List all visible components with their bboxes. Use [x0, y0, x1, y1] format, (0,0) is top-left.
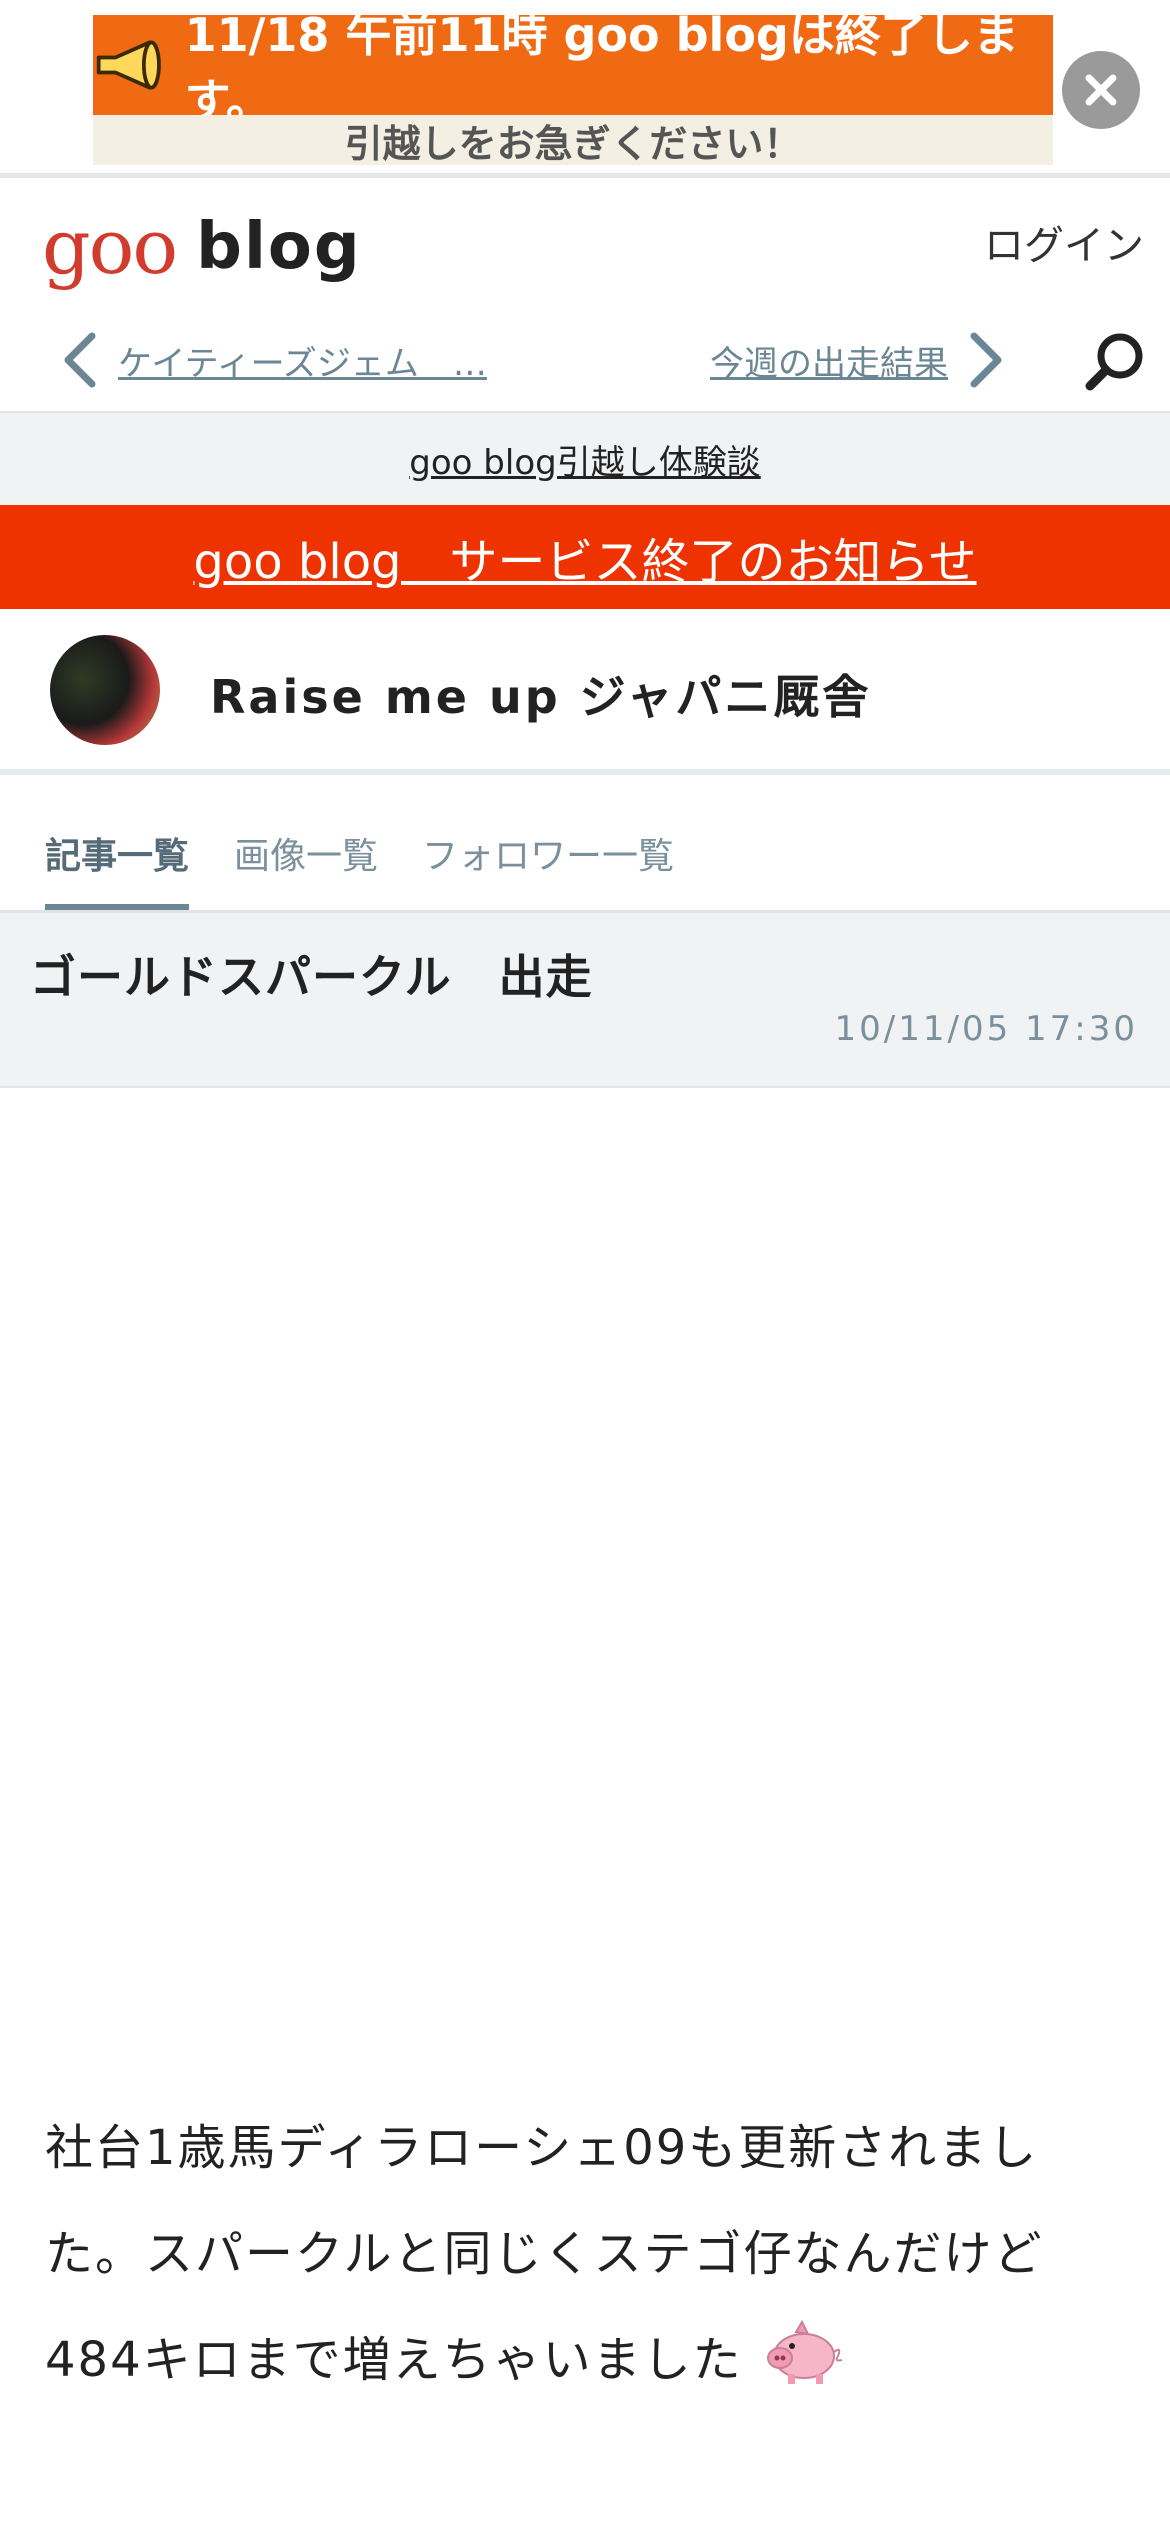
- article-body-text: 484キロまで増えちゃいました: [45, 2332, 743, 2388]
- article-body-line: 社台1歳馬ディラローシェ09も更新されまし: [45, 2120, 1039, 2176]
- search-icon: [1085, 333, 1143, 391]
- close-icon: [1085, 74, 1117, 106]
- tab-images[interactable]: 画像一覧: [234, 827, 378, 879]
- chevron-left-icon[interactable]: [60, 330, 100, 390]
- pig-icon: [766, 2319, 843, 2384]
- close-banner-button[interactable]: [1062, 51, 1140, 129]
- megaphone-icon: [96, 40, 161, 90]
- search-button[interactable]: [1080, 326, 1150, 396]
- next-article-link[interactable]: 今週の出走結果: [710, 336, 948, 385]
- article-body: 社台1歳馬ディラローシェ09も更新されまし た。スパークルと同じくステゴ仔なんだ…: [45, 2095, 1135, 2413]
- migration-story-bar: goo blog引越し体験談: [0, 411, 1170, 505]
- active-tab-indicator: [45, 904, 189, 910]
- service-end-bar: goo blog サービス終了のお知らせ: [0, 505, 1170, 609]
- blog-title-row: Raise me up ジャパニ厩舎: [0, 609, 1170, 775]
- site-header: goo blog ログイン ケイティーズジェム … 今週の出走結果: [0, 183, 1170, 411]
- prev-article-link[interactable]: ケイティーズジェム …: [118, 336, 487, 385]
- tab-followers[interactable]: フォロワー一覧: [422, 827, 674, 879]
- prev-article-nav: ケイティーズジェム …: [60, 325, 487, 395]
- notice-banner-top: 11/18 午前11時 goo blogは終了します。: [93, 15, 1053, 128]
- login-link[interactable]: ログイン: [984, 213, 1144, 271]
- notice-line2: 引越しをお急ぎください！: [344, 121, 802, 166]
- chevron-right-icon[interactable]: [966, 330, 1006, 390]
- blog-tabs: 記事一覧 画像一覧 フォロワー一覧: [0, 791, 1170, 913]
- article-body-line-last: 484キロまで増えちゃいました: [45, 2307, 1135, 2413]
- service-end-link[interactable]: goo blog サービス終了のお知らせ: [193, 522, 976, 592]
- goo-blog-logo[interactable]: goo blog: [42, 207, 362, 287]
- avatar[interactable]: [50, 635, 160, 745]
- logo-goo-text: goo: [42, 202, 178, 291]
- blog-title[interactable]: Raise me up ジャパニ厩舎: [210, 661, 871, 727]
- notice-banner-bottom: 引越しをお急ぎください！: [93, 115, 1053, 165]
- tab-articles[interactable]: 記事一覧: [45, 827, 189, 879]
- migration-story-link[interactable]: goo blog引越し体験談: [409, 435, 760, 484]
- next-article-nav: 今週の出走結果: [710, 325, 1006, 395]
- notice-banner-image[interactable]: 11/18 午前11時 goo blogは終了します。 引越しをお急ぎください！: [93, 15, 1053, 165]
- logo-blog-text: blog: [196, 210, 362, 284]
- article-body-line: た。スパークルと同じくステゴ仔なんだけど: [45, 2226, 1044, 2282]
- notice-banner: 11/18 午前11時 goo blogは終了します。 引越しをお急ぎください！: [0, 0, 1170, 178]
- article-date: 10/11/05 17:30: [834, 1009, 1138, 1049]
- article-title: ゴールドスパークル 出走: [30, 950, 593, 1004]
- article-header: ゴールドスパークル 出走 10/11/05 17:30: [0, 913, 1170, 1088]
